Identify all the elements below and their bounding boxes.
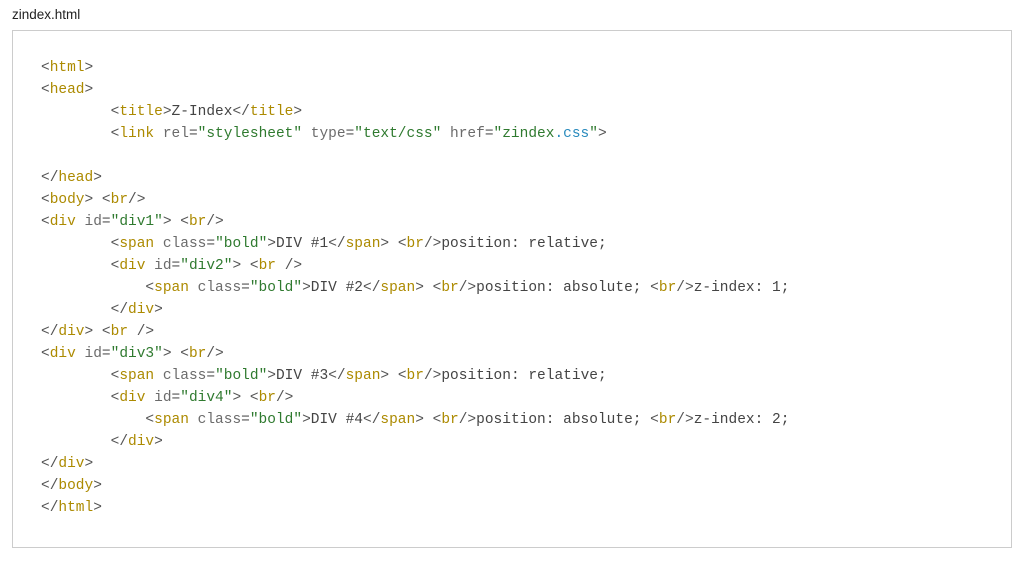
page-root: zindex.html <html> <head> <title>Z-Index… (0, 0, 1024, 560)
code-panel: <html> <head> <title>Z-Index</title> <li… (12, 30, 1012, 548)
code-block: <html> <head> <title>Z-Index</title> <li… (41, 57, 983, 519)
filename-label: zindex.html (12, 2, 1012, 30)
